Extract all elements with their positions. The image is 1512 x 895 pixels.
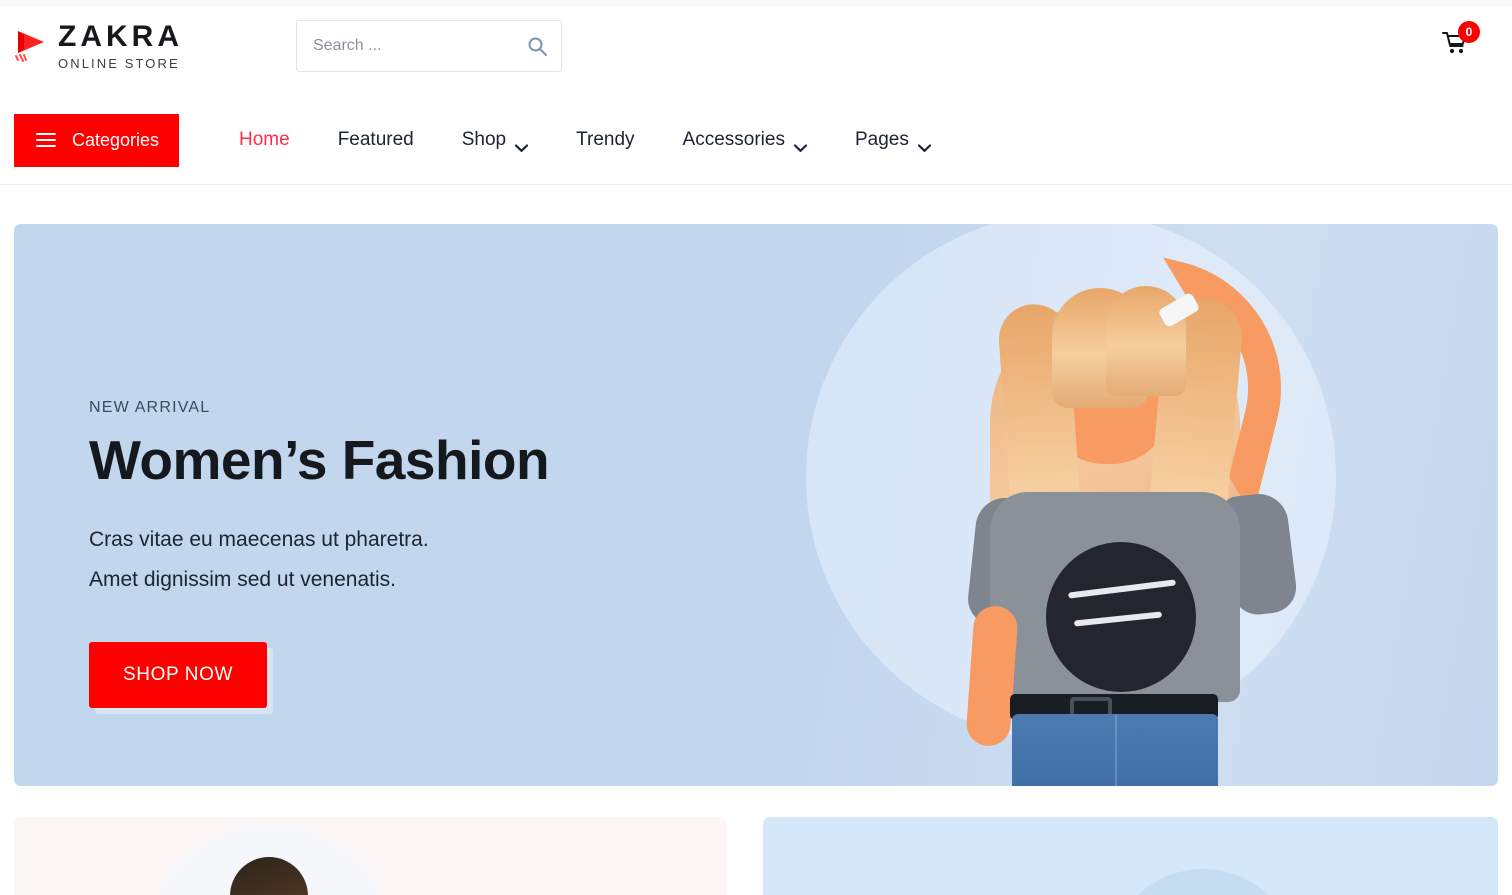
cart-button[interactable]: 0 bbox=[1438, 20, 1480, 63]
hero-subtitle-line-1: Cras vitae eu maecenas ut pharetra. bbox=[89, 528, 429, 552]
hero-eyebrow: NEW ARRIVAL bbox=[89, 399, 211, 416]
search-icon[interactable] bbox=[527, 36, 547, 56]
nav-item-label: Shop bbox=[461, 129, 507, 150]
chevron-down-icon bbox=[793, 136, 808, 152]
brand-name: ZAKRA bbox=[58, 19, 183, 53]
brand-tagline: ONLINE STORE bbox=[58, 55, 180, 71]
site-logo[interactable]: ZAKRA ONLINE STORE bbox=[14, 19, 183, 71]
chevron-down-icon bbox=[917, 136, 931, 152]
categories-button[interactable]: Categories bbox=[14, 113, 179, 167]
hamburger-icon bbox=[36, 133, 56, 147]
model-left-arm bbox=[965, 604, 1019, 748]
nav-item-label: Trendy bbox=[576, 129, 635, 150]
nav-item-label: Featured bbox=[337, 129, 414, 150]
hero-banner[interactable]: NEW ARRIVAL Women’s Fashion Cras vitae e… bbox=[14, 224, 1498, 786]
search-input[interactable] bbox=[313, 36, 527, 55]
search-form[interactable] bbox=[296, 19, 562, 72]
hero-model-image bbox=[965, 246, 1309, 786]
promo-cards-row bbox=[0, 786, 1512, 895]
nav-item-pages[interactable]: Pages bbox=[831, 129, 955, 152]
megaphone-icon bbox=[14, 27, 48, 65]
nav-item-label: Accessories bbox=[682, 129, 785, 150]
nav-item-shop[interactable]: Shop bbox=[438, 129, 552, 152]
nav-item-trendy[interactable]: Trendy bbox=[552, 129, 658, 151]
chevron-down-icon bbox=[515, 136, 529, 152]
promo-right-blob bbox=[1108, 869, 1298, 895]
nav-item-home[interactable]: Home bbox=[215, 129, 314, 151]
header-top-row: ZAKRA ONLINE STORE Search ... 0 bbox=[0, 6, 1512, 85]
cart-count-badge: 0 bbox=[1458, 20, 1480, 43]
hero-subtitle: Cras vitae eu maecenas ut pharetra. Amet… bbox=[89, 520, 709, 600]
nav-item-accessories[interactable]: Accessories bbox=[659, 129, 831, 152]
site-header: ZAKRA ONLINE STORE Search ... 0 Categori… bbox=[0, 6, 1512, 185]
main-navigation: Categories Home Featured Shop Trendy Acc… bbox=[0, 99, 1512, 181]
shop-now-button[interactable]: SHOP NOW bbox=[89, 642, 268, 709]
nav-item-label: Pages bbox=[854, 129, 909, 150]
hero-title: Women’s Fashion bbox=[89, 429, 550, 491]
nav-item-label: Home bbox=[239, 129, 290, 150]
nav-item-featured[interactable]: Featured bbox=[314, 129, 438, 151]
hero-copy: NEW ARRIVAL Women’s Fashion Cras vitae e… bbox=[89, 399, 709, 709]
model-tshirt-print bbox=[1046, 542, 1196, 692]
hero-subtitle-line-2: Amet dignissim sed ut venenatis. bbox=[89, 568, 396, 592]
promo-card-right[interactable] bbox=[763, 817, 1498, 895]
hero-section: NEW ARRIVAL Women’s Fashion Cras vitae e… bbox=[0, 185, 1512, 786]
nav-list: Home Featured Shop Trendy Accessories Pa… bbox=[215, 129, 955, 152]
logo-text-block: ZAKRA ONLINE STORE bbox=[58, 19, 183, 71]
categories-button-label: Categories bbox=[72, 129, 160, 150]
promo-card-left[interactable] bbox=[14, 817, 726, 895]
model-jeans bbox=[1012, 714, 1218, 786]
